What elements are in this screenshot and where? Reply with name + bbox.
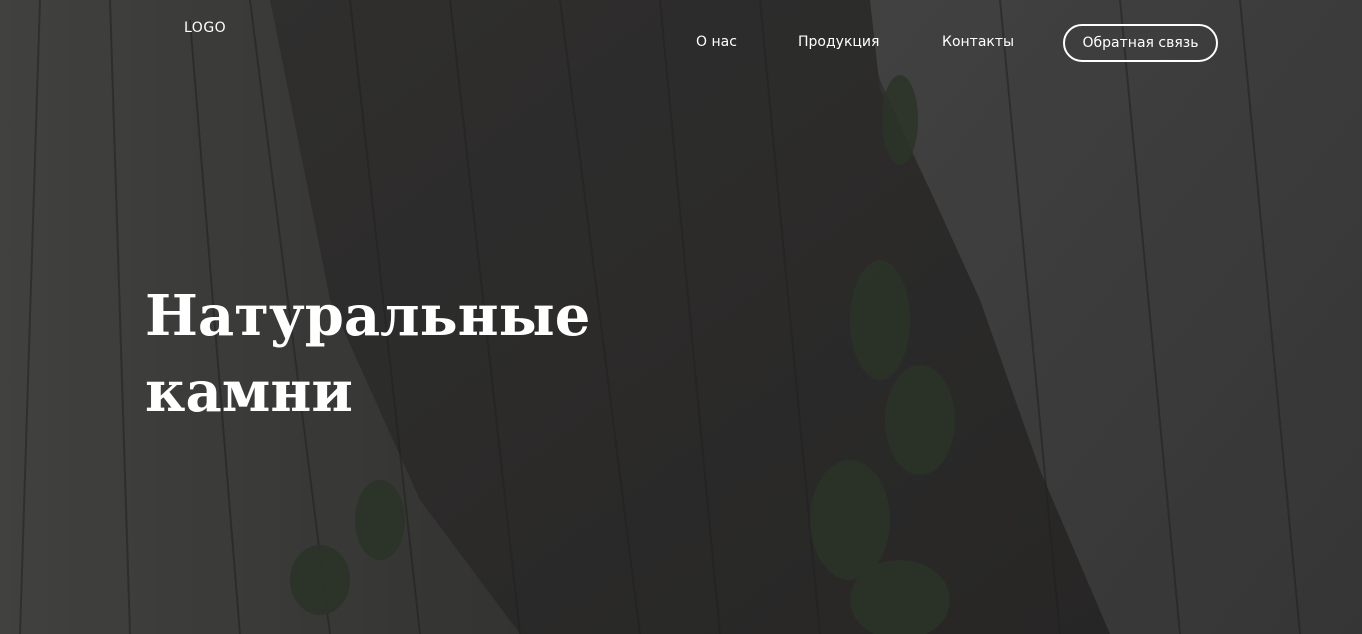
nav-link-contacts[interactable]: Контакты [942, 32, 1014, 52]
hero-section: LOGO О нас Продукция Контакты Обратная с… [0, 0, 1362, 634]
logo[interactable]: LOGO [184, 18, 226, 38]
feedback-button[interactable]: Обратная связь [1063, 24, 1218, 62]
nav-link-products[interactable]: Продукция [798, 32, 879, 52]
hero-title-line-2: камни [145, 359, 353, 425]
site-header: LOGO О нас Продукция Контакты Обратная с… [0, 0, 1362, 90]
hero-title: Натуральные камни [145, 278, 665, 430]
hero-title-line-1: Натуральные [145, 283, 591, 349]
nav-link-about[interactable]: О нас [696, 32, 737, 52]
